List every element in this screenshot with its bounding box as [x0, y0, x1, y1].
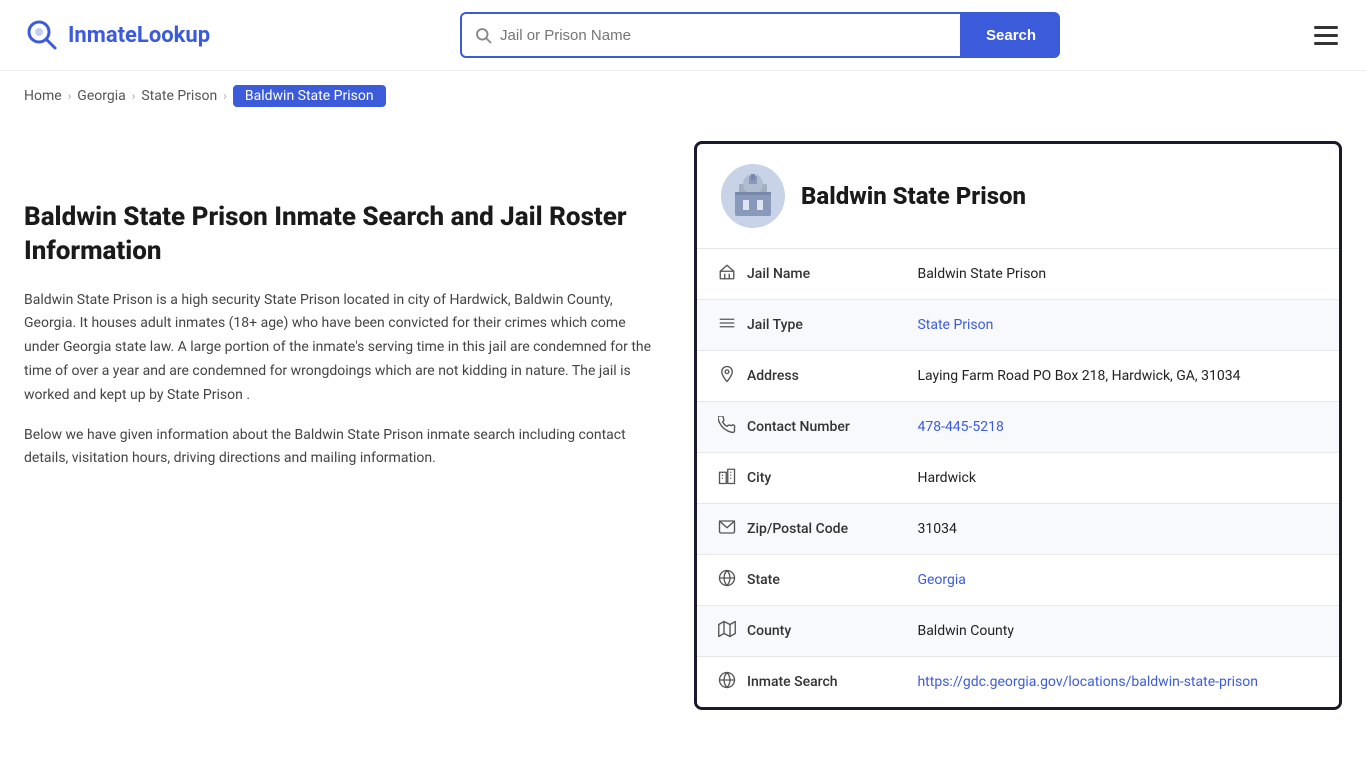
left-column: Baldwin State Prison Inmate Search and J…	[24, 141, 664, 710]
search-icon	[474, 26, 492, 44]
info-value: Laying Farm Road PO Box 218, Hardwick, G…	[917, 368, 1240, 384]
breadcrumb-state-prison[interactable]: State Prison	[141, 88, 217, 104]
info-link[interactable]: Georgia	[917, 572, 965, 588]
info-value: Baldwin County	[917, 623, 1014, 639]
row-label: Address	[747, 368, 799, 384]
row-label-cell: City	[697, 453, 897, 503]
row-value-cell: Georgia	[897, 555, 1339, 606]
breadcrumb-home[interactable]: Home	[24, 88, 62, 104]
table-row: County Baldwin County	[697, 606, 1339, 657]
main-content: Baldwin State Prison Inmate Search and J…	[0, 121, 1366, 730]
row-label: Jail Type	[747, 317, 803, 333]
search-input[interactable]	[500, 27, 948, 44]
row-label: Jail Name	[747, 266, 810, 282]
table-row: Address Laying Farm Road PO Box 218, Har…	[697, 351, 1339, 402]
row-icon	[717, 263, 737, 285]
row-value-cell: State Prison	[897, 300, 1339, 351]
row-label-cell: Inmate Search	[697, 657, 897, 707]
row-label: Contact Number	[747, 419, 850, 435]
info-link[interactable]: State Prison	[917, 317, 993, 333]
row-icon	[717, 314, 737, 336]
hamburger-line-2	[1314, 34, 1338, 37]
row-icon	[717, 467, 737, 489]
breadcrumb: Home › Georgia › State Prison › Baldwin …	[0, 71, 1366, 121]
row-icon	[717, 416, 737, 438]
row-label-cell: Address	[697, 351, 897, 401]
breadcrumb-chevron-1: ›	[68, 89, 72, 103]
logo-icon	[24, 17, 60, 53]
row-label: State	[747, 572, 780, 588]
row-value-cell: Baldwin State Prison	[897, 249, 1339, 300]
row-icon	[717, 518, 737, 540]
table-row: Contact Number 478-445-5218	[697, 402, 1339, 453]
search-button[interactable]: Search	[962, 12, 1060, 58]
row-icon	[717, 620, 737, 642]
search-wrapper	[460, 12, 962, 58]
row-icon	[717, 569, 737, 591]
row-icon	[717, 671, 737, 693]
logo-text: InmateLookup	[68, 23, 210, 48]
row-label-cell: Jail Type	[697, 300, 897, 350]
info-table: Jail Name Baldwin State Prison Jail Type…	[697, 249, 1339, 707]
page-title: Baldwin State Prison Inmate Search and J…	[24, 201, 664, 269]
row-label: Inmate Search	[747, 674, 838, 690]
info-value: Baldwin State Prison	[917, 266, 1046, 282]
row-value-cell: Laying Farm Road PO Box 218, Hardwick, G…	[897, 351, 1339, 402]
row-label: County	[747, 623, 791, 639]
row-label: City	[747, 470, 771, 486]
table-row: State Georgia	[697, 555, 1339, 606]
prison-avatar	[721, 164, 785, 228]
info-link[interactable]: 478-445-5218	[917, 419, 1003, 435]
page-description-1: Baldwin State Prison is a high security …	[24, 289, 664, 408]
breadcrumb-chevron-2: ›	[132, 89, 136, 103]
row-label: Zip/Postal Code	[747, 521, 848, 537]
table-row: City Hardwick	[697, 453, 1339, 504]
search-area: Search	[460, 12, 1060, 58]
row-label-cell: Jail Name	[697, 249, 897, 299]
hamburger-line-3	[1314, 42, 1338, 45]
breadcrumb-current: Baldwin State Prison	[233, 85, 386, 107]
row-value-cell: Baldwin County	[897, 606, 1339, 657]
row-value-cell: 478-445-5218	[897, 402, 1339, 453]
card-title: Baldwin State Prison	[801, 182, 1026, 210]
row-value-cell: 31034	[897, 504, 1339, 555]
row-label-cell: Contact Number	[697, 402, 897, 452]
hamburger-line-1	[1314, 26, 1338, 29]
row-icon	[717, 365, 737, 387]
table-row: Inmate Search https://gdc.georgia.gov/lo…	[697, 657, 1339, 708]
info-card: Baldwin State Prison Jail Name Baldwin S…	[694, 141, 1342, 710]
info-value: 31034	[917, 521, 956, 537]
breadcrumb-chevron-3: ›	[223, 89, 227, 103]
row-label-cell: State	[697, 555, 897, 605]
hamburger-menu[interactable]	[1310, 22, 1342, 49]
row-value-cell: Hardwick	[897, 453, 1339, 504]
table-row: Jail Name Baldwin State Prison	[697, 249, 1339, 300]
table-row: Zip/Postal Code 31034	[697, 504, 1339, 555]
page-description-2: Below we have given information about th…	[24, 424, 664, 472]
card-header: Baldwin State Prison	[697, 144, 1339, 249]
info-link[interactable]: https://gdc.georgia.gov/locations/baldwi…	[917, 674, 1257, 690]
row-label-cell: Zip/Postal Code	[697, 504, 897, 554]
row-value-cell: https://gdc.georgia.gov/locations/baldwi…	[897, 657, 1339, 708]
breadcrumb-georgia[interactable]: Georgia	[77, 88, 125, 104]
prison-building-icon	[729, 172, 777, 220]
right-column: Baldwin State Prison Jail Name Baldwin S…	[694, 141, 1342, 710]
table-row: Jail Type State Prison	[697, 300, 1339, 351]
info-value: Hardwick	[917, 470, 975, 486]
logo[interactable]: InmateLookup	[24, 17, 210, 53]
row-label-cell: County	[697, 606, 897, 656]
